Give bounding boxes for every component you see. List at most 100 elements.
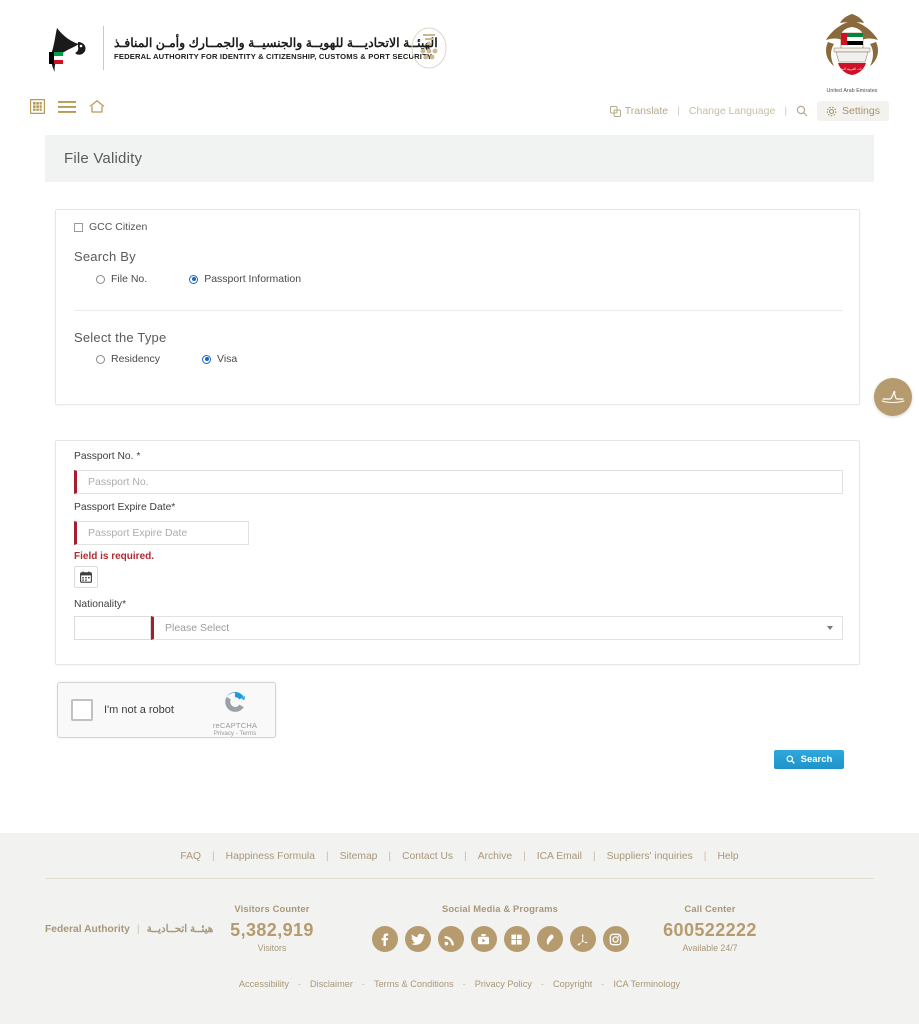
chevron-down-icon [827,626,833,630]
rss-icon[interactable] [437,926,464,952]
acrobat-pdf-icon[interactable] [569,926,596,952]
footer-brand-sep: | [136,923,140,935]
passport-no-label: Passport No. * [74,451,141,462]
radio-passport-information[interactable]: Passport Information [189,273,301,285]
visitors-counter-heading: Visitors Counter [234,903,310,914]
bottom-link-sep: - [601,979,605,989]
translate-icon [609,105,621,117]
footer-links-row: FAQ | Happiness Formula | Sitemap | Cont… [0,851,919,862]
footer-link-privacy-policy[interactable]: Privacy Policy [475,979,532,989]
calendar-icon [80,571,92,583]
recaptcha-branding: reCAPTCHA Privacy - Terms [204,689,266,737]
call-center-availability: Available 24/7 [682,943,738,953]
footer-link-suppliers-inquiries[interactable]: Suppliers' inquiries [607,851,693,862]
call-center-block: Call Center 600522222 Available 24/7 [648,903,772,953]
hamburger-menu-icon[interactable] [58,100,76,114]
search-by-radio-group: File No. Passport Information [96,273,301,285]
footer-link-contact-us[interactable]: Contact Us [402,851,453,862]
radio-visa-control[interactable] [202,354,212,364]
feedback-side-tab[interactable] [874,378,912,416]
footer-link-disclaimer[interactable]: Disclaimer [310,979,353,989]
radio-visa-label: Visa [217,353,238,365]
radio-file-no[interactable]: File No. [96,273,147,285]
windows-icon[interactable] [503,926,530,952]
footer-link-sep: | [325,851,329,862]
bottom-link-sep: - [361,979,365,989]
footer-link-faq[interactable]: FAQ [180,851,201,862]
footer-link-help[interactable]: Help [717,851,738,862]
passport-expire-date-placeholder: Passport Expire Date [88,527,188,539]
passport-no-placeholder: Passport No. [88,476,149,488]
passport-expire-date-input[interactable]: Passport Expire Date [74,521,249,545]
form-panel: Passport No. * Passport No. Passport Exp… [55,440,860,665]
nationality-code-input[interactable] [74,616,151,640]
change-language-label: Change Language [688,105,776,117]
recaptcha-checkbox[interactable] [71,699,93,721]
footer-divider [45,878,874,879]
passport-no-input[interactable]: Passport No. [74,470,843,494]
gcc-citizen-checkbox-row[interactable]: GCC Citizen [74,221,147,233]
footer-link-sep: | [388,851,392,862]
facebook-icon[interactable] [371,926,398,952]
recaptcha-terms-label[interactable]: Privacy - Terms [204,730,266,737]
gcc-citizen-checkbox[interactable] [74,222,83,232]
settings-button[interactable]: Settings [817,101,889,121]
twitter-icon[interactable] [404,926,431,952]
footer-link-terms-conditions[interactable]: Terms & Conditions [374,979,454,989]
radio-visa[interactable]: Visa [202,353,237,365]
youtube-icon[interactable] [470,926,497,952]
footer-link-sep: | [592,851,596,862]
logo-text-block: الهيئــة الاتحاديـــة للهويــة والجنسيــ… [114,35,438,61]
radio-file-no-label: File No. [111,273,148,285]
search-button-label: Search [800,754,833,765]
footer-link-copyright[interactable]: Copyright [553,979,592,989]
radio-residency[interactable]: Residency [96,353,160,365]
radio-file-no-control[interactable] [96,274,105,284]
instagram-icon[interactable] [602,926,629,952]
footer-link-sitemap[interactable]: Sitemap [340,851,378,862]
footer-main-row: Federal Authority | هيئــة اتحــاديــة V… [0,895,919,960]
footer-brand-ar: هيئــة اتحــاديــة [146,924,214,935]
call-center-number: 600522222 [663,920,757,940]
nav-separator-2: | [784,105,788,117]
footer-link-sep: | [703,851,707,862]
home-icon[interactable] [89,99,105,114]
footer-link-accessibility[interactable]: Accessibility [239,979,289,989]
recaptcha-label: I'm not a robot [104,704,174,716]
search-icon [786,755,795,764]
call-center-heading: Call Center [684,903,736,914]
grid-icon[interactable] [30,99,45,114]
search-icon[interactable] [796,105,808,117]
logo-arabic-text: الهيئــة الاتحاديـــة للهويــة والجنسيــ… [114,36,438,50]
footer-brand: Federal Authority | هيئــة اتحــاديــة [45,923,214,936]
recaptcha-widget[interactable]: I'm not a robot reCAPTCHA Privacy - Term… [57,682,276,738]
bottom-link-sep: - [540,979,544,989]
search-by-heading: Search By [74,249,136,264]
calendar-picker-button[interactable] [74,566,98,588]
social-icon-row [360,926,640,952]
radio-residency-control[interactable] [96,354,105,364]
footer-link-sep: | [464,851,467,862]
footer-link-happiness-formula[interactable]: Happiness Formula [226,851,315,862]
search-button[interactable]: Search [774,750,844,769]
falcon-logo-icon [45,22,93,74]
authority-logo[interactable]: الهيئــة الاتحاديـــة للهويــة والجنسيــ… [45,22,438,74]
page-root: الهيئــة الاتحاديـــة للهويــة والجنسيــ… [0,0,919,1024]
recaptcha-brand-label: reCAPTCHA [212,721,258,730]
visitors-counter-block: Visitors Counter 5,382,919 Visitors [218,903,326,953]
logo-english-text: FEDERAL AUTHORITY FOR IDENTITY & CITIZEN… [114,52,433,61]
footer-link-ica-terminology[interactable]: ICA Terminology [613,979,680,989]
nav-separator-1: | [677,105,680,117]
translate-link[interactable]: Translate [609,105,668,117]
uae-national-emblem: الإمارات العربية المتحدة United Arab Emi… [816,8,888,94]
nav-utility-group: Translate | Change Language | Settings [609,101,889,121]
footer-link-ica-email[interactable]: ICA Email [537,851,582,862]
footer-link-archive[interactable]: Archive [478,851,512,862]
radio-passport-information-control[interactable] [189,274,199,284]
radio-passport-information-label: Passport Information [204,273,302,285]
change-language-link[interactable]: Change Language [689,105,775,117]
flash-icon[interactable] [536,926,563,952]
gear-icon [826,106,837,116]
footer-brand-en: Federal Authority [45,923,130,935]
nationality-select[interactable]: Please Select [151,616,843,640]
